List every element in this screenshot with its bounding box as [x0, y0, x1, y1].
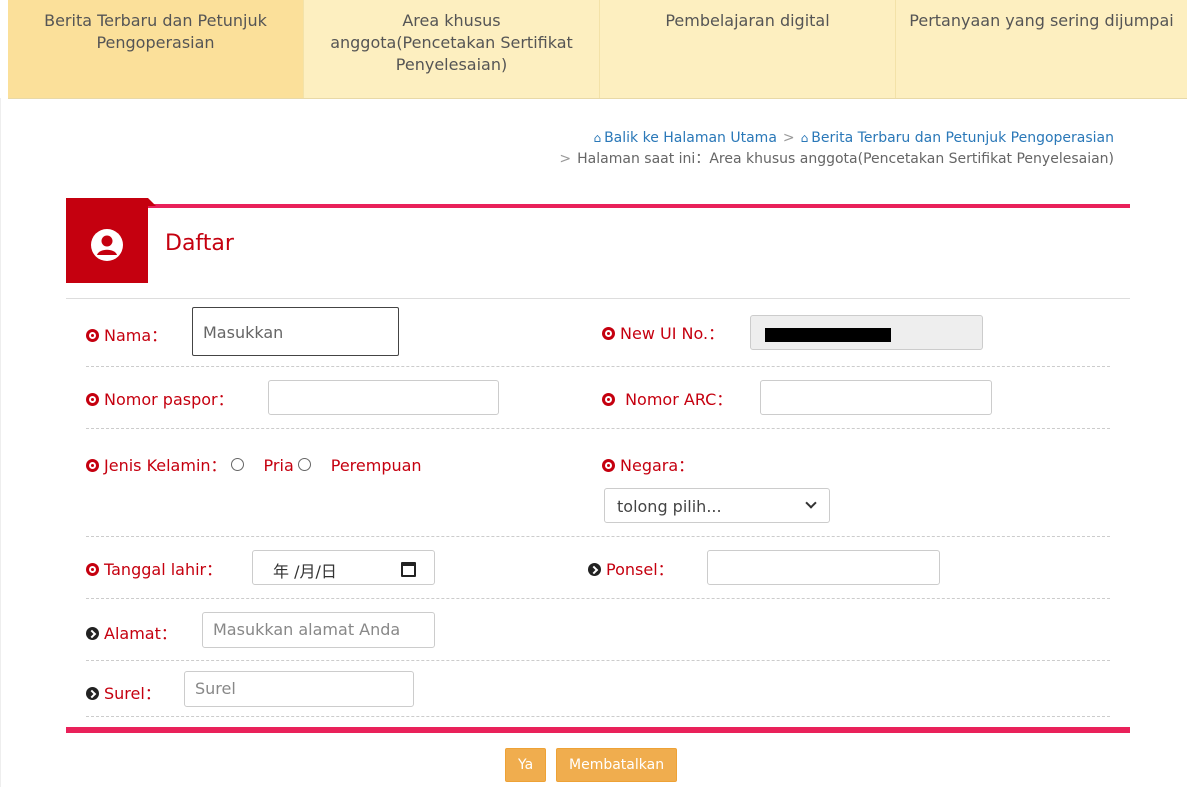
breadcrumb-home-label: Balik ke Halaman Utama [604, 130, 777, 146]
form-panel-header: Daftar [66, 198, 1130, 299]
gender-label-text: Jenis Kelamin： [104, 456, 227, 475]
surel-label-text: Surel： [104, 684, 161, 703]
top-navigation: Berita Terbaru dan Petunjuk Pengoperasia… [8, 0, 1187, 99]
breadcrumb-current: Area khusus anggota(Pencetakan Sertifika… [709, 151, 1114, 167]
gender-female-label: Perempuan [330, 456, 422, 475]
ui-number-label: New UI No.： [602, 320, 724, 344]
left-divider [0, 98, 1, 787]
breadcrumb-section-label: Berita Terbaru dan Petunjuk Pengoperasia… [811, 130, 1114, 146]
user-icon [91, 229, 123, 261]
chevron-right-icon [588, 563, 601, 576]
negara-select[interactable]: tolong pilih... [604, 488, 830, 523]
breadcrumb: ⌂ Balik ke Halaman Utama > ⌂ Berita Terbaru … [553, 128, 1114, 170]
surel-label: Surel： [86, 680, 161, 704]
confirm-button[interactable]: Ya [505, 748, 547, 782]
chevron-right-icon [86, 627, 99, 640]
header-accent-line [148, 204, 1130, 208]
header-divider [66, 298, 1130, 299]
negara-label: Negara： [602, 452, 694, 476]
ponsel-label: Ponsel： [588, 556, 674, 580]
required-icon [86, 459, 99, 472]
tab-news-label: Berita Terbaru dan Petunjuk Pengoperasia… [44, 11, 267, 52]
dob-input-value: 年 /月/日 [273, 562, 337, 581]
ui-number-label-text: New UI No.： [620, 324, 725, 343]
negara-label-text: Negara： [620, 456, 695, 475]
nama-input-value: Masukkan [203, 323, 284, 342]
tab-member-area-label: Area khusus anggota(Pencetakan Sertifika… [330, 11, 573, 74]
dob-label: Tanggal lahir： [86, 556, 222, 580]
alamat-label-text: Alamat： [104, 624, 177, 643]
form-title: Daftar [165, 231, 234, 256]
breadcrumb-section-link[interactable]: ⌂ Berita Terbaru dan Petunjuk Pengoperasi… [801, 130, 1114, 146]
arc-input[interactable] [760, 380, 992, 415]
home-icon: ⌂ [593, 131, 602, 145]
form-row-passport: Nomor paspor： Nomor ARC： [86, 366, 1110, 429]
chevron-right-icon [86, 687, 99, 700]
breadcrumb-separator: > [782, 130, 795, 146]
required-icon [86, 393, 99, 406]
surel-placeholder: Surel [195, 679, 236, 698]
breadcrumb-separator: > [559, 151, 572, 167]
breadcrumb-current-prefix: Halaman saat ini： [577, 151, 710, 167]
gender-female-radio[interactable] [297, 458, 311, 471]
breadcrumb-home-link[interactable]: ⌂ Balik ke Halaman Utama [593, 130, 776, 146]
nama-input[interactable]: Masukkan [192, 307, 399, 356]
tab-faq-label: Pertanyaan yang sering dijumpai [909, 11, 1174, 30]
tab-digital-learning-label: Pembelajaran digital [665, 11, 830, 30]
redacted-value [765, 328, 891, 342]
required-icon [602, 459, 615, 472]
alamat-input[interactable]: Masukkan alamat Anda [202, 612, 435, 648]
calendar-icon[interactable] [401, 562, 416, 577]
alamat-placeholder: Masukkan alamat Anda [213, 620, 401, 639]
surel-input[interactable]: Surel [184, 671, 414, 707]
chevron-down-icon [805, 497, 817, 509]
arc-label-text: Nomor ARC： [620, 390, 733, 409]
tab-digital-learning[interactable]: Pembelajaran digital [600, 0, 896, 98]
form-row-name: Nama： Masukkan New UI No.： [86, 300, 1110, 367]
alamat-label: Alamat： [86, 620, 177, 644]
form-row-gender: Jenis Kelamin： Pria Perempuan Negara： tolo… [86, 428, 1110, 537]
nama-label-text: Nama： [104, 326, 168, 345]
paspor-label-text: Nomor paspor： [104, 390, 234, 409]
ponsel-label-text: Ponsel： [606, 560, 674, 579]
user-icon-box [66, 198, 156, 283]
ui-number-input [750, 315, 983, 350]
gender-male-label: Pria [263, 456, 294, 475]
required-icon [602, 393, 615, 406]
form-row-email: Surel： Surel [86, 660, 1110, 717]
negara-select-value: tolong pilih... [617, 497, 722, 516]
required-icon [602, 327, 615, 340]
cancel-button[interactable]: Membatalkan [556, 748, 678, 782]
paspor-label: Nomor paspor： [86, 386, 234, 410]
required-icon [86, 563, 99, 576]
required-icon [86, 329, 99, 342]
dob-label-text: Tanggal lahir： [104, 560, 223, 579]
gender-male-radio[interactable] [230, 458, 244, 471]
gender-label: Jenis Kelamin： Pria Perempuan [86, 452, 422, 476]
tab-faq[interactable]: Pertanyaan yang sering dijumpai [896, 0, 1187, 98]
dob-input[interactable]: 年 /月/日 [252, 550, 435, 585]
nama-label: Nama： [86, 322, 167, 346]
paspor-input[interactable] [268, 380, 499, 415]
home-icon: ⌂ [800, 131, 809, 145]
form-footer-accent-line [66, 727, 1130, 733]
form-row-address: Alamat： Masukkan alamat Anda [86, 598, 1110, 661]
tab-member-area[interactable]: Area khusus anggota(Pencetakan Sertifika… [304, 0, 600, 98]
ponsel-input[interactable] [707, 550, 940, 585]
cancel-button-label: Membatalkan [569, 757, 665, 773]
arc-label: Nomor ARC： [602, 386, 732, 410]
confirm-button-label: Ya [518, 757, 534, 773]
tab-news[interactable]: Berita Terbaru dan Petunjuk Pengoperasia… [8, 0, 304, 98]
form-row-dob: Tanggal lahir： 年 /月/日 Ponsel： [86, 536, 1110, 599]
